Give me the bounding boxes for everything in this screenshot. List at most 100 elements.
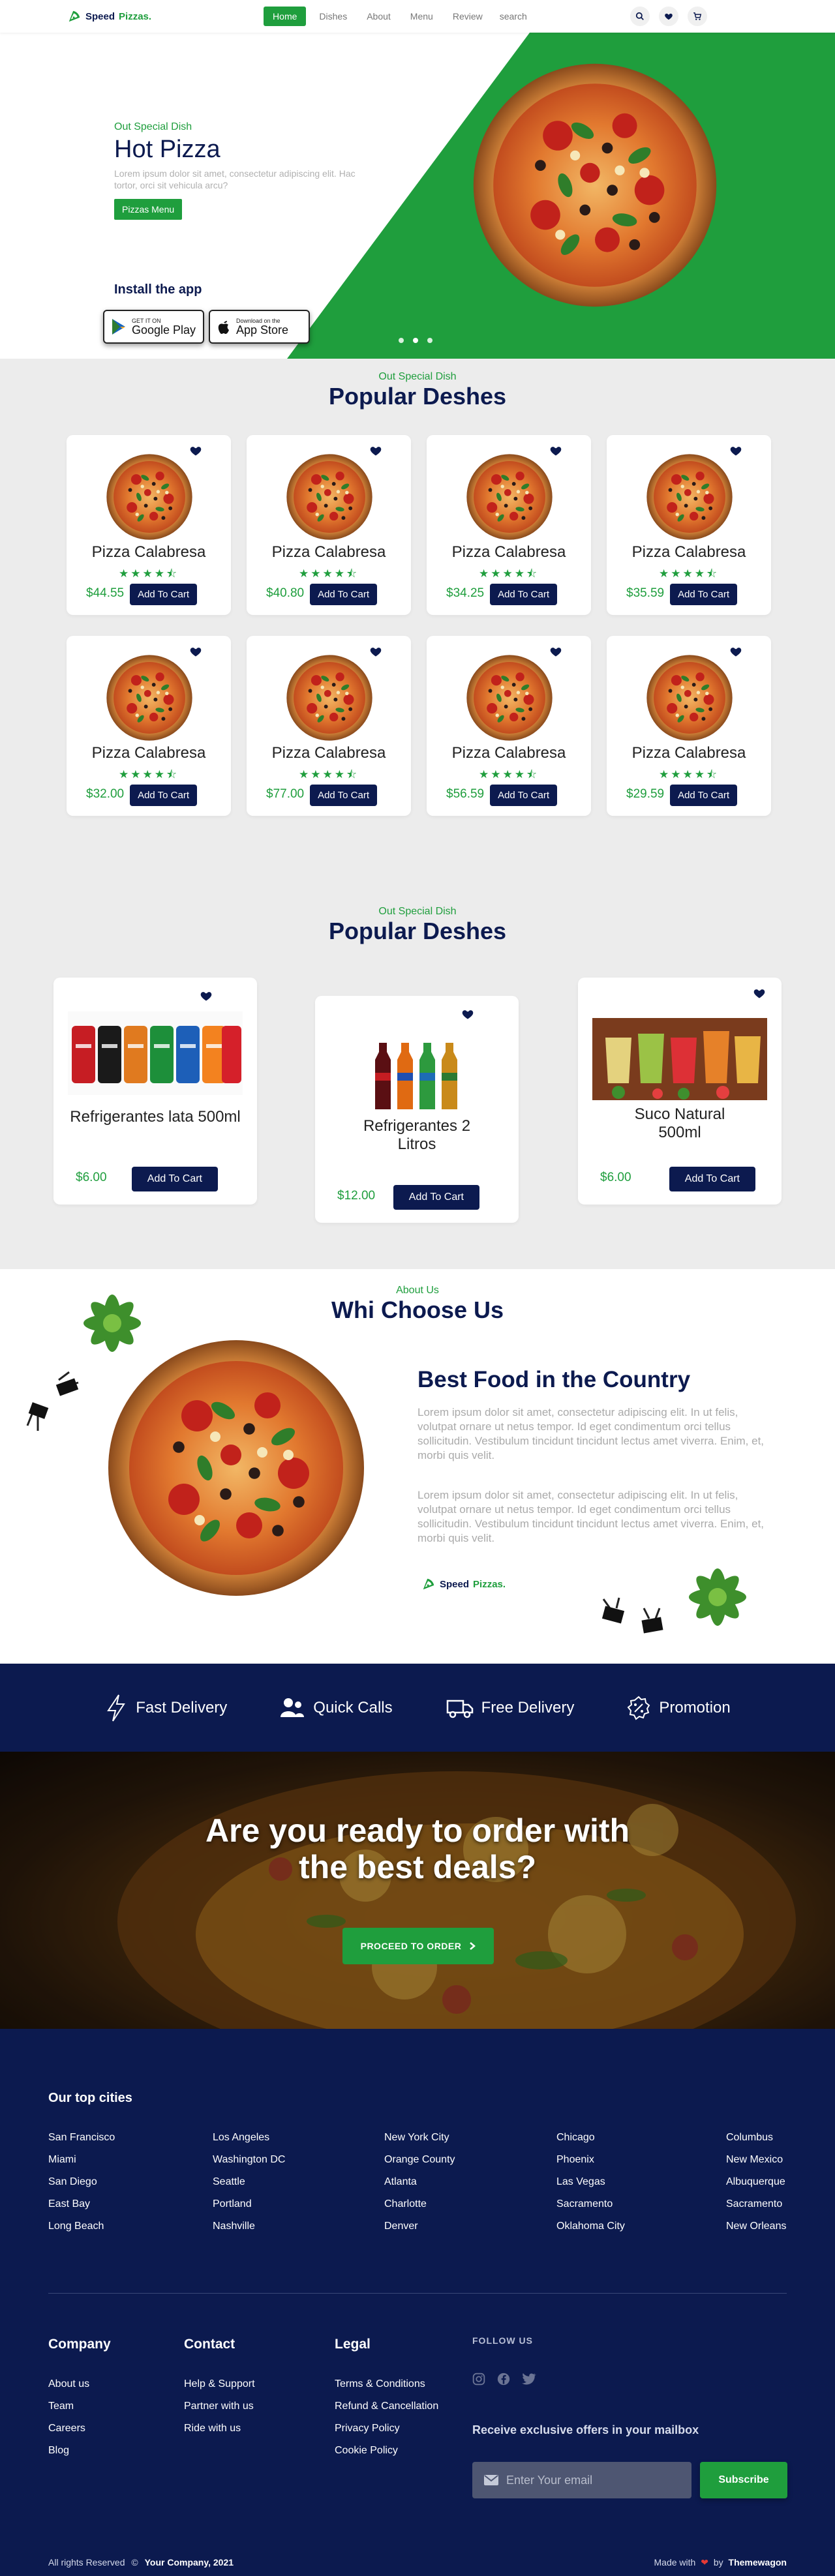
city-link[interactable]: Portland [213, 2193, 285, 2215]
pizza-image [106, 453, 193, 541]
add-to-cart-button[interactable]: Add To Cart [131, 1167, 218, 1191]
carousel-dot[interactable] [427, 338, 433, 343]
add-to-cart-button[interactable]: Add To Cart [670, 584, 737, 605]
dish-card[interactable]: Pizza Calabresa ★★★★⯪ $56.59 Add To Cart [427, 636, 591, 816]
drink-card[interactable]: Refrigerantes lata 500ml $6.00 Add To Ca… [53, 978, 257, 1205]
feature-label: Quick Calls [313, 1698, 393, 1716]
nav-link-dishes[interactable]: Dishes [312, 7, 354, 25]
city-link[interactable]: Albuquerque [726, 2171, 786, 2193]
city-link[interactable]: Los Angeles [213, 2127, 285, 2149]
why-choose-us-section: About Us Whi Choose Us Best Food in the … [0, 1269, 835, 1664]
dish-card[interactable]: Pizza Calabresa ★★★★⯪ $29.59 Add To Cart [607, 636, 771, 816]
footer-link[interactable]: Blog [48, 2440, 89, 2462]
drink-card[interactable]: Refrigerantes 2 Litros $12.00 Add To Car… [315, 996, 519, 1223]
footer-link[interactable]: Ride with us [184, 2418, 255, 2440]
city-link[interactable]: New York City [384, 2127, 455, 2149]
city-link[interactable]: Phoenix [556, 2149, 625, 2171]
footer-link[interactable]: Cookie Policy [335, 2440, 438, 2462]
city-link[interactable]: Oklahoma City [556, 2215, 625, 2238]
dish-name: Pizza Calabresa [451, 744, 566, 762]
feature-label: Free Delivery [481, 1698, 575, 1716]
cart-icon[interactable] [688, 7, 707, 26]
dish-card[interactable]: Pizza Calabresa ★★★★⯪ $35.59 Add To Cart [607, 435, 771, 615]
city-link[interactable]: Nashville [213, 2215, 285, 2238]
add-to-cart-button[interactable]: Add To Cart [393, 1185, 479, 1210]
nav-link-review[interactable]: Review [446, 7, 489, 25]
city-link[interactable]: New Mexico [726, 2149, 786, 2171]
footer-link[interactable]: Partner with us [184, 2395, 255, 2418]
twitter-icon[interactable] [522, 2373, 536, 2386]
footer-link[interactable]: Terms & Conditions [335, 2373, 438, 2395]
pizzas-menu-button[interactable]: Pizzas Menu [114, 199, 183, 220]
footer-link[interactable]: Team [48, 2395, 89, 2418]
city-link[interactable]: Denver [384, 2215, 455, 2238]
footer-link[interactable]: About us [48, 2373, 89, 2395]
drink-card[interactable]: Suco Natural 500ml $6.00 Add To Cart [578, 978, 782, 1205]
favorite-heart-icon[interactable] [200, 989, 213, 1002]
copyright: All rights Reserved © Your Company, 2021 [48, 2557, 234, 2568]
add-to-cart-button[interactable]: Add To Cart [669, 1167, 755, 1191]
city-link[interactable]: San Diego [48, 2171, 115, 2193]
google-play-button[interactable]: GET IT ON Google Play [103, 310, 204, 344]
google-play-icon [112, 319, 125, 335]
dish-card[interactable]: Pizza Calabresa ★★★★⯪ $77.00 Add To Cart [247, 636, 411, 816]
add-to-cart-button[interactable]: Add To Cart [130, 584, 197, 605]
add-to-cart-button[interactable]: Add To Cart [490, 584, 557, 605]
city-link[interactable]: Long Beach [48, 2215, 115, 2238]
favorite-heart-icon[interactable] [753, 987, 766, 1000]
city-link[interactable]: Orange County [384, 2149, 455, 2171]
envelope-icon [484, 2475, 498, 2485]
city-link[interactable]: San Francisco [48, 2127, 115, 2149]
dish-card[interactable]: Pizza Calabresa ★★★★⯪ $40.80 Add To Cart [247, 435, 411, 615]
google-play-big: Google Play [132, 323, 196, 337]
favorite-heart-icon[interactable] [461, 1008, 474, 1021]
footer-link[interactable]: Refund & Cancellation [335, 2395, 438, 2418]
carousel-dot[interactable] [399, 338, 404, 343]
city-link[interactable]: East Bay [48, 2193, 115, 2215]
proceed-to-order-button[interactable]: PROCEED TO ORDER [342, 1928, 494, 1964]
dishes-header: Out Special Dish Popular Deshes [0, 371, 835, 410]
add-to-cart-button[interactable]: Add To Cart [130, 785, 197, 806]
truck-icon [446, 1700, 473, 1718]
city-link[interactable]: Miami [48, 2149, 115, 2171]
nav-link-about[interactable]: About [360, 7, 397, 25]
brand-logo[interactable]: Speed Pizzas. [67, 9, 151, 23]
city-link[interactable]: Washington DC [213, 2149, 285, 2171]
email-field[interactable] [506, 2473, 676, 2487]
city-link[interactable]: Columbus [726, 2127, 786, 2149]
carousel-dot[interactable] [413, 338, 418, 343]
add-to-cart-button[interactable]: Add To Cart [670, 785, 737, 806]
city-link[interactable]: Atlanta [384, 2171, 455, 2193]
add-to-cart-button[interactable]: Add To Cart [310, 785, 377, 806]
city-link[interactable]: Seattle [213, 2171, 285, 2193]
city-column: New York City Orange County Atlanta Charlot… [384, 2127, 455, 2238]
footer-link[interactable]: Careers [48, 2418, 89, 2440]
why-pizza-image [106, 1338, 367, 1598]
add-to-cart-button[interactable]: Add To Cart [490, 785, 557, 806]
cta-title-line-1: Are you ready to order with [205, 1812, 630, 1849]
add-to-cart-button[interactable]: Add To Cart [310, 584, 377, 605]
footer-link[interactable]: Help & Support [184, 2373, 255, 2395]
dish-card[interactable]: Pizza Calabresa ★★★★⯪ $34.25 Add To Cart [427, 435, 591, 615]
nav-link-menu[interactable]: Menu [404, 7, 440, 25]
subscribe-button[interactable]: Subscribe [700, 2462, 787, 2498]
city-link[interactable]: Charlotte [384, 2193, 455, 2215]
author-link[interactable]: Themewagon [729, 2557, 787, 2568]
instagram-icon[interactable] [472, 2373, 485, 2386]
city-link[interactable]: Sacramento [556, 2193, 625, 2215]
city-link[interactable]: New Orleans [726, 2215, 786, 2238]
heart-icon[interactable] [659, 7, 678, 26]
dish-card[interactable]: Pizza Calabresa ★★★★⯪ $44.55 Add To Cart [67, 435, 231, 615]
nav-link-home[interactable]: Home [264, 7, 307, 26]
app-store-button[interactable]: Download on the App Store [209, 310, 310, 344]
city-link[interactable]: Las Vegas [556, 2171, 625, 2193]
search-icon[interactable] [630, 7, 650, 26]
search-input[interactable] [499, 11, 578, 22]
star-rating: ★★★★⯪ [298, 768, 359, 781]
facebook-icon[interactable] [497, 2373, 510, 2386]
footer-link[interactable]: Privacy Policy [335, 2418, 438, 2440]
city-link[interactable]: Chicago [556, 2127, 625, 2149]
dish-card[interactable]: Pizza Calabresa ★★★★⯪ $32.00 Add To Cart [67, 636, 231, 816]
city-link[interactable]: Sacramento [726, 2193, 786, 2215]
popular-dishes-section: Out Special Dish Popular Deshes Pizza Ca… [0, 359, 835, 906]
